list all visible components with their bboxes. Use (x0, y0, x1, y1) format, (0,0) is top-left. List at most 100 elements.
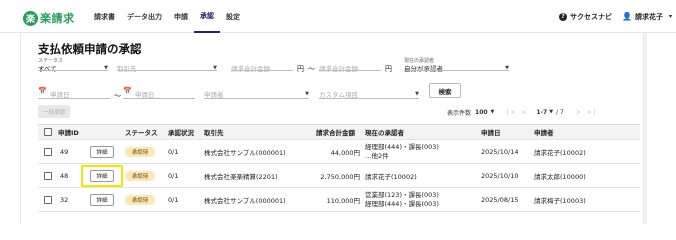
table-row[interactable]: 49 詳細 承認待 0/1 株式会社サンプル(000001) 44,000円 経… (38, 140, 640, 164)
amount-from-input[interactable]: 請求合計金額 (231, 57, 293, 73)
approval-table: 申請ID ステータス 承認状況 取引先 請求合計金額 現在の承認者 申請日 申請… (38, 124, 640, 212)
yen-unit: 円 (385, 65, 392, 73)
next-last-page-icons[interactable]: > >| (576, 109, 598, 116)
chevron-down-icon[interactable]: ▼ (549, 109, 553, 115)
detail-button[interactable]: 詳細 (90, 145, 114, 158)
range-tilde: 〜 (308, 65, 315, 73)
row-checkbox[interactable] (44, 188, 52, 211)
amount-to-input[interactable]: 請求合計金額 (319, 57, 381, 73)
row-date: 2025/08/15 (481, 195, 519, 204)
header-status[interactable]: ステータス (125, 125, 158, 139)
row-id: 32 (60, 195, 69, 204)
row-id: 49 (60, 147, 69, 156)
nav-application[interactable]: 申請 (168, 0, 194, 33)
applicant-select[interactable]: 申請者 ▼ (204, 85, 309, 99)
date-from-input[interactable]: 📅 申請日 (38, 85, 110, 99)
status-badge: 承認待 (125, 194, 155, 205)
chevron-down-icon: ▼ (415, 91, 419, 97)
logo-mark: 楽 (23, 10, 38, 26)
row-amount: 110,000円 (326, 196, 360, 205)
row-vendor: 株式会社サンプル(000001) (204, 196, 286, 205)
approver-more-link[interactable]: …他2件 (365, 152, 389, 161)
first-prev-page-icons[interactable]: |< < (506, 109, 528, 116)
status-value: すべて (38, 65, 57, 73)
row-applicant: 請求太郎(10000) (534, 172, 586, 181)
status-badge-wrap: 承認待 (125, 164, 155, 187)
vendor-select[interactable]: 取引先 ▼ (117, 57, 217, 73)
row-applicant: 請求花子(10002) (534, 148, 586, 157)
approval-page: 支払依頼申請の承認 ステータス すべて ▼ 取引先 ▼ 請求合計金額 円 〜 請… (20, 33, 647, 224)
calendar-icon: 📅 (123, 87, 132, 95)
vertical-scrollbar[interactable] (644, 33, 647, 224)
nav-approval[interactable]: 承認 (194, 0, 220, 33)
search-button[interactable]: 検索 (429, 83, 461, 98)
custom-field-select[interactable]: カスタム項目 ▼ (319, 85, 419, 99)
yen-unit: 円 (297, 65, 304, 73)
logo-text: 楽請求 (40, 12, 75, 25)
page-total: / 7 (556, 108, 564, 116)
row-amount: 44,000円 (330, 148, 360, 157)
vendor-placeholder: 取引先 (117, 65, 137, 73)
success-navi-link[interactable]: サクセスナビ (570, 12, 612, 22)
status-select[interactable]: ステータス すべて ▼ (38, 57, 108, 73)
detail-button[interactable]: 詳細 (90, 193, 114, 206)
row-approver: 営業部(123)・課長(003) 経理部(444)・課長(003) (365, 188, 439, 211)
header-approver[interactable]: 現在の承認者 (365, 125, 404, 139)
user-icon: 👤 (622, 12, 632, 21)
row-amount: 2,750,000円 (320, 172, 360, 181)
help-icon[interactable]: ? (559, 12, 568, 21)
user-name[interactable]: 請求花子 (635, 12, 663, 22)
row-progress: 0/1 (168, 171, 179, 180)
detail-button-wrap: 詳細 (90, 140, 114, 163)
nav-invoices[interactable]: 請求書 (88, 0, 121, 33)
nav-data-export[interactable]: データ出力 (121, 0, 168, 33)
table-header-row: 申請ID ステータス 承認状況 取引先 請求合計金額 現在の承認者 申請日 申請… (38, 125, 640, 140)
approver-line: 経理部(444)・課長(003) (365, 199, 439, 208)
row-progress: 0/1 (168, 147, 179, 156)
page-size-label: 表示件数 (447, 109, 472, 117)
row-approver: 請求花子(10002) (365, 172, 417, 181)
header-amount[interactable]: 請求合計金額 (316, 125, 355, 139)
status-badge: 承認待 (125, 146, 155, 157)
table-row[interactable]: 32 詳細 承認待 0/1 株式会社サンプル(000001) 110,000円 … (38, 188, 640, 212)
chevron-down-icon[interactable]: ▼ (491, 109, 495, 115)
top-navigation-bar: 楽 楽請求 請求書 データ出力 申請 承認 設定 ? サクセスナビ 👤 請求花子… (0, 0, 676, 33)
chevron-down-icon[interactable]: ▾ (669, 13, 672, 20)
select-all-checkbox[interactable] (44, 125, 52, 139)
bulk-approve-button[interactable]: 一括承認 (38, 105, 70, 118)
header-vendor[interactable]: 取引先 (204, 125, 224, 139)
calendar-icon: 📅 (38, 87, 47, 95)
status-badge-wrap: 承認待 (125, 188, 155, 211)
page-range-select[interactable]: 1-7 (536, 109, 547, 116)
detail-button-wrap: 詳細 (90, 164, 114, 187)
date-to-input[interactable]: 📅 申請日 (123, 85, 195, 99)
header-progress[interactable]: 承認状況 (168, 125, 194, 139)
nav-settings[interactable]: 設定 (220, 0, 246, 33)
app-logo[interactable]: 楽 楽請求 (23, 10, 75, 26)
header-right: ? サクセスナビ 👤 請求花子 ▾ (559, 0, 672, 33)
approver-value: 自分が承認者 (404, 65, 443, 73)
row-approver: 経理部(444)・課長(003) …他2件 (365, 140, 439, 163)
row-checkbox[interactable] (44, 140, 52, 163)
row-vendor: 株式会社サンプル(000001) (204, 148, 286, 157)
header-applicant[interactable]: 申請者 (534, 125, 554, 139)
status-badge: 承認待 (125, 170, 155, 181)
pagination: 表示件数 100 ▼ |< < 1-7 ▼ / 7 > >| (447, 106, 598, 118)
detail-button-wrap: 詳細 (90, 188, 114, 211)
main-nav: 請求書 データ出力 申請 承認 設定 (88, 0, 246, 33)
detail-button[interactable]: 詳細 (90, 169, 114, 182)
row-date: 2025/10/10 (481, 171, 519, 180)
approver-line: 営業部(123)・課長(003) (365, 190, 439, 199)
header-id[interactable]: 申請ID (58, 125, 79, 139)
amount-from-placeholder: 請求合計金額 (231, 65, 270, 73)
amount-to-placeholder: 請求合計金額 (319, 65, 358, 73)
row-checkbox[interactable] (44, 164, 52, 187)
range-tilde: 〜 (114, 92, 121, 100)
row-date: 2025/10/14 (481, 147, 519, 156)
row-id: 48 (60, 171, 69, 180)
header-date[interactable]: 申請日 (481, 125, 501, 139)
table-row[interactable]: 48 詳細 承認待 0/1 株式会社楽楽精算(2201) 2,750,000円 … (38, 164, 640, 188)
approver-select[interactable]: 現在の承認者 自分が承認者 ▼ (404, 57, 509, 73)
page-size-select[interactable]: 100 (475, 109, 488, 116)
row-vendor: 株式会社楽楽精算(2201) (204, 172, 278, 181)
